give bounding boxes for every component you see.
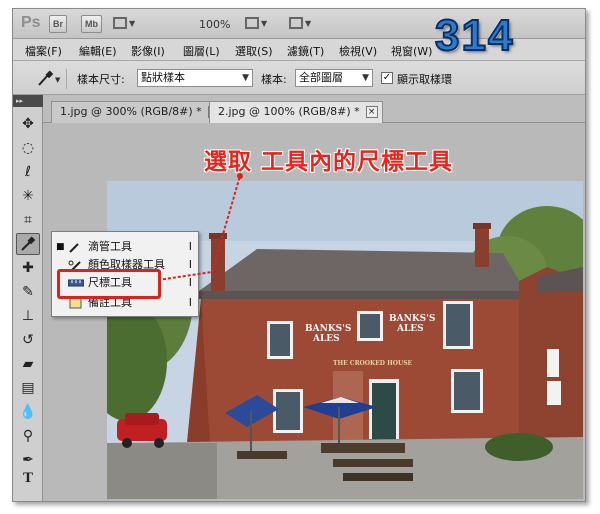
marquee-tool[interactable]: ◌	[16, 137, 40, 159]
crop-icon: ⌗	[24, 212, 32, 228]
pub-photo: BANKS'S ALES BANKS'S ALES THE CROOKED HO…	[107, 181, 583, 499]
type-icon: T	[22, 469, 33, 486]
sample-label: 樣本:	[261, 73, 287, 86]
tool-preset-picker[interactable]: ▼	[33, 69, 67, 89]
zoom-level[interactable]: 100%	[199, 18, 230, 31]
brush-icon: ✎	[22, 284, 34, 300]
photoshop-window: Ps Br Mb ▼ 100% ▼ ▼ 檔案(F) 編輯(E) 影像(I) 圖層…	[12, 8, 586, 502]
annotation-text: 選取 工具內的尺標工具	[204, 149, 454, 175]
stamp-icon: ⊥	[21, 308, 35, 324]
show-ring-label: 顯示取樣環	[397, 73, 452, 86]
lasso-tool[interactable]: ℓ	[16, 161, 40, 183]
arrange-documents-icon[interactable]: ▼	[245, 16, 267, 32]
menu-select[interactable]: 選取(S)	[235, 43, 273, 59]
mini-bridge-button[interactable]: Mb	[81, 15, 102, 33]
tutorial-frame: Ps Br Mb ▼ 100% ▼ ▼ 檔案(F) 編輯(E) 影像(I) 圖層…	[0, 0, 600, 514]
sign-right-line-1: BANKS'S	[389, 314, 435, 324]
menu-item-eyedropper[interactable]: ■ 滴管工具 I	[52, 238, 198, 256]
dodge-tool[interactable]: ⚲	[16, 425, 40, 447]
tab-label: 2.jpg @ 100% (RGB/8#) *	[218, 105, 360, 118]
healing-brush-tool[interactable]: ✚	[16, 257, 40, 279]
menu-view[interactable]: 檢視(V)	[339, 43, 377, 59]
pub-name-sign: THE CROOKED HOUSE	[333, 360, 413, 367]
shortcut-key: I	[188, 240, 192, 253]
sample-size-label: 樣本尺寸:	[77, 73, 125, 86]
bandage-icon: ✚	[22, 260, 34, 276]
brush-tool[interactable]: ✎	[16, 281, 40, 303]
menu-layer[interactable]: 圖層(L)	[183, 43, 220, 59]
quick-selection-tool[interactable]: ✳	[16, 185, 40, 207]
dodge-icon: ⚲	[22, 428, 34, 444]
quick-select-icon: ✳	[22, 188, 34, 204]
show-ring-checkbox[interactable]: ✓	[381, 72, 393, 84]
menu-filter[interactable]: 濾鏡(T)	[287, 43, 324, 59]
sample-size-value: 點狀樣本	[141, 71, 185, 84]
history-brush-tool[interactable]: ↺	[16, 329, 40, 351]
screen-mode-icon[interactable]: ▼	[289, 16, 311, 32]
sign-left-line-1: BANKS'S	[305, 324, 351, 334]
tab-document-1[interactable]: 1.jpg @ 300% (RGB/8#) * ×	[51, 101, 225, 123]
document-tabs: 1.jpg @ 300% (RGB/8#) * × 2.jpg @ 100% (…	[43, 95, 585, 123]
sample-select[interactable]: 全部圖層 ▼	[295, 69, 373, 87]
blur-tool[interactable]: 💧	[16, 401, 40, 423]
eyedropper-icon: ▼	[38, 70, 61, 86]
chevron-down-icon: ▼	[242, 73, 249, 83]
sample-value: 全部圖層	[299, 71, 343, 84]
chevron-down-icon: ▼	[362, 73, 369, 83]
sign-left-line-2: ALES	[312, 334, 340, 344]
move-tool[interactable]: ✥	[16, 113, 40, 135]
move-icon: ✥	[22, 116, 34, 132]
menu-edit[interactable]: 編輯(E)	[79, 43, 117, 59]
ellipse-marquee-icon: ◌	[21, 140, 35, 156]
gradient-icon: ▤	[21, 380, 35, 396]
menu-item-label: 滴管工具	[88, 240, 132, 253]
gradient-tool[interactable]: ▤	[16, 377, 40, 399]
menu-file[interactable]: 檔案(F)	[25, 43, 62, 59]
menu-window[interactable]: 視窗(W)	[391, 43, 432, 59]
eyedropper-tool[interactable]	[16, 233, 40, 255]
view-extras-icon[interactable]: ▼	[113, 16, 135, 32]
close-icon[interactable]: ×	[365, 106, 378, 118]
tab-document-2[interactable]: 2.jpg @ 100% (RGB/8#) * ×	[209, 101, 383, 123]
crop-tool[interactable]: ⌗	[16, 209, 40, 231]
eraser-icon: ▰	[22, 356, 34, 372]
lasso-icon: ℓ	[25, 164, 31, 180]
ps-logo: Ps	[21, 14, 41, 31]
type-tool[interactable]: T	[16, 467, 40, 489]
active-bullet: ■	[56, 242, 65, 252]
eyedropper-icon	[69, 243, 79, 253]
drop-icon: 💧	[19, 404, 37, 420]
menu-image[interactable]: 影像(I)	[131, 43, 165, 59]
eraser-tool[interactable]: ▰	[16, 353, 40, 375]
sign-right-line-2: ALES	[396, 324, 424, 334]
toolbar-collapse[interactable]: ▸▸	[13, 95, 43, 107]
sample-size-select[interactable]: 點狀樣本 ▼	[137, 69, 253, 87]
shortcut-key: I	[188, 276, 192, 289]
pen-icon: ✒	[22, 452, 34, 468]
tools-panel: ▸▸ ✥ ◌ ℓ ✳ ⌗ ✚ ✎ ⊥ ↺ ▰ ▤ 💧 ⚲ ✒ T	[13, 95, 43, 501]
document-image[interactable]: BANKS'S ALES BANKS'S ALES THE CROOKED HO…	[107, 181, 583, 499]
history-brush-icon: ↺	[22, 332, 34, 348]
options-bar: ▼ 樣本尺寸: 點狀樣本 ▼ 樣本: 全部圖層 ▼ ✓ 顯示取樣環	[13, 61, 585, 95]
shortcut-key: I	[188, 258, 192, 271]
eyedropper-icon	[21, 236, 36, 251]
ruler-tool-highlight	[57, 269, 161, 299]
tab-label: 1.jpg @ 300% (RGB/8#) *	[60, 105, 202, 118]
shortcut-key: I	[188, 296, 192, 309]
clone-stamp-tool[interactable]: ⊥	[16, 305, 40, 327]
svg-text:▼: ▼	[55, 76, 61, 84]
bridge-button[interactable]: Br	[49, 15, 68, 33]
watermark-314: 314	[434, 10, 515, 61]
